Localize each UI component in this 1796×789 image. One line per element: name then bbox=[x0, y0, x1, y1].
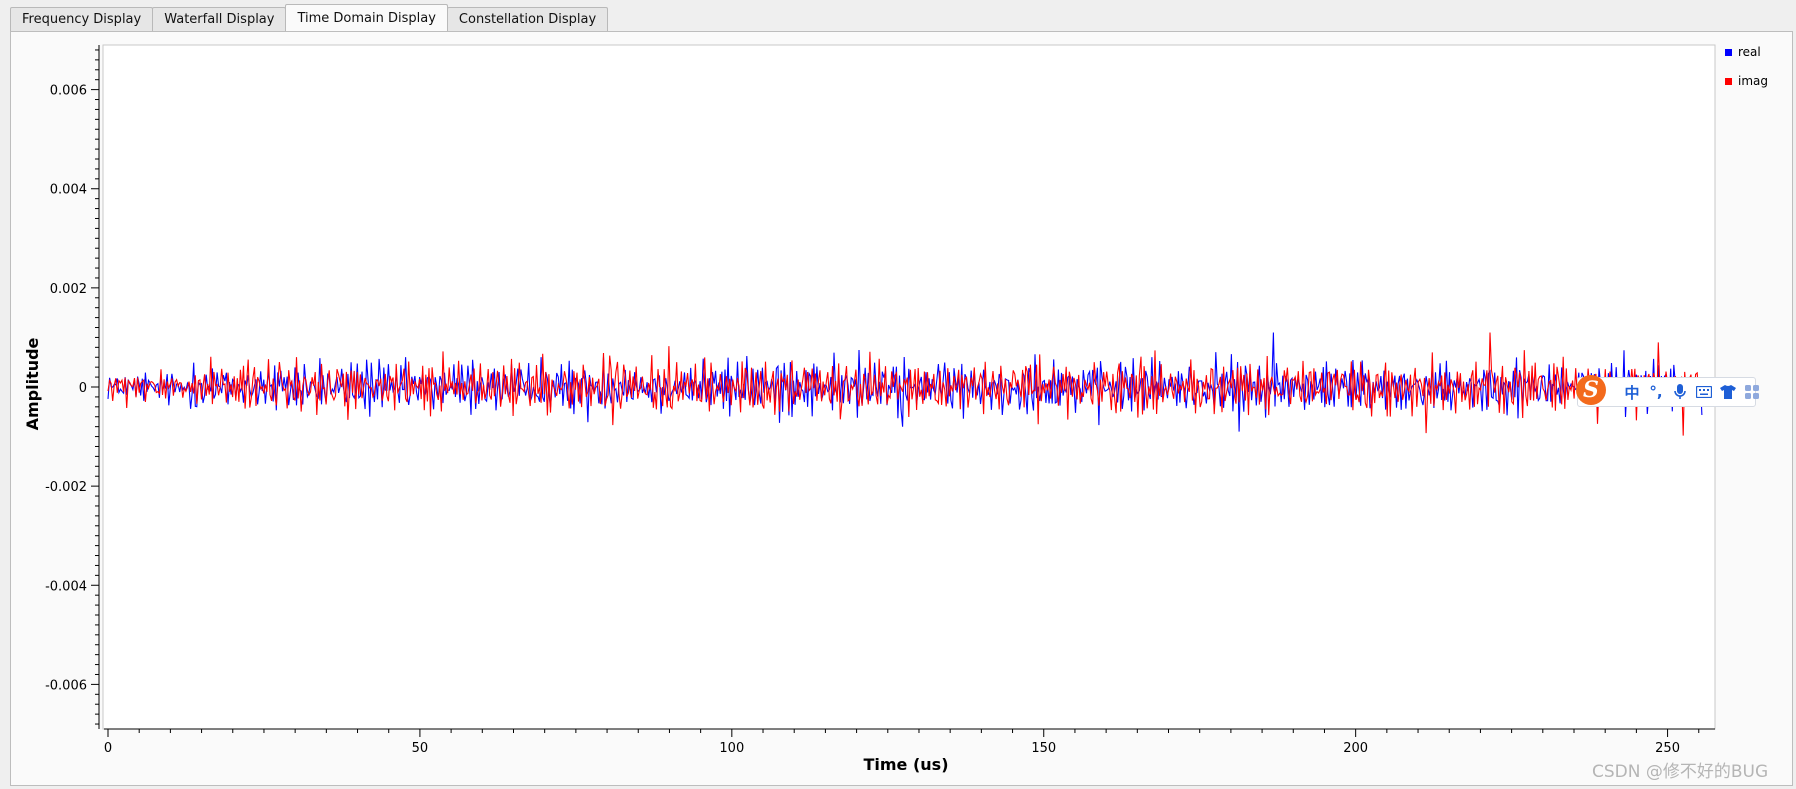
y-tick-label: 0.004 bbox=[50, 183, 87, 198]
x-tick-label: 100 bbox=[719, 741, 744, 756]
legend-imag-label: imag bbox=[1738, 74, 1768, 88]
keyboard-icon[interactable] bbox=[1694, 382, 1714, 402]
legend-real-label: real bbox=[1738, 45, 1761, 59]
time-domain-panel: -0.006 -0.004 -0.002 0 0.002 0.004 0.006 0 50 10… bbox=[10, 31, 1793, 786]
y-tick-label: 0 bbox=[79, 381, 87, 396]
x-tick-label: 0 bbox=[104, 741, 112, 756]
tab-constellation-display[interactable]: Constellation Display bbox=[446, 7, 609, 31]
y-tick-label: -0.002 bbox=[45, 480, 87, 495]
x-tick-label: 250 bbox=[1655, 741, 1680, 756]
x-tick-label: 200 bbox=[1343, 741, 1368, 756]
y-tick-label: 0.002 bbox=[50, 282, 87, 297]
y-axis-label: Amplitude bbox=[23, 337, 42, 430]
sogou-logo-icon[interactable]: S bbox=[1576, 375, 1606, 405]
y-tick-label: -0.006 bbox=[45, 678, 87, 693]
legend-imag-swatch bbox=[1725, 78, 1732, 85]
x-axis-label: Time (us) bbox=[863, 755, 948, 774]
apps-grid-icon[interactable] bbox=[1742, 382, 1762, 402]
microphone-icon[interactable] bbox=[1670, 382, 1690, 402]
punctuation-icon[interactable]: °, bbox=[1646, 382, 1666, 402]
ime-toolbar[interactable]: S 中 °, bbox=[1576, 375, 1759, 407]
x-axis: 0 50 100 150 200 250 bbox=[104, 728, 1715, 756]
y-axis: -0.006 -0.004 -0.002 0 0.002 0.004 0.006 bbox=[45, 45, 100, 729]
time-domain-plot[interactable]: -0.006 -0.004 -0.002 0 0.002 0.004 0.006 0 50 10… bbox=[11, 32, 1792, 785]
tab-time-domain-display[interactable]: Time Domain Display bbox=[285, 4, 448, 31]
tab-waterfall-display[interactable]: Waterfall Display bbox=[152, 7, 287, 31]
x-tick-label: 50 bbox=[412, 741, 429, 756]
x-tick-label: 150 bbox=[1031, 741, 1056, 756]
y-tick-label: 0.006 bbox=[50, 84, 87, 99]
y-tick-label: -0.004 bbox=[45, 579, 87, 594]
tab-frequency-display[interactable]: Frequency Display bbox=[10, 7, 154, 31]
chinese-mode-icon[interactable]: 中 bbox=[1622, 382, 1642, 402]
legend: real imag bbox=[1725, 45, 1768, 88]
legend-real-swatch bbox=[1725, 49, 1732, 56]
tab-bar: Frequency Display Waterfall Display Time… bbox=[10, 4, 609, 32]
skin-shirt-icon[interactable] bbox=[1718, 382, 1738, 402]
watermark: CSDN @修不好的BUG bbox=[1592, 762, 1769, 782]
